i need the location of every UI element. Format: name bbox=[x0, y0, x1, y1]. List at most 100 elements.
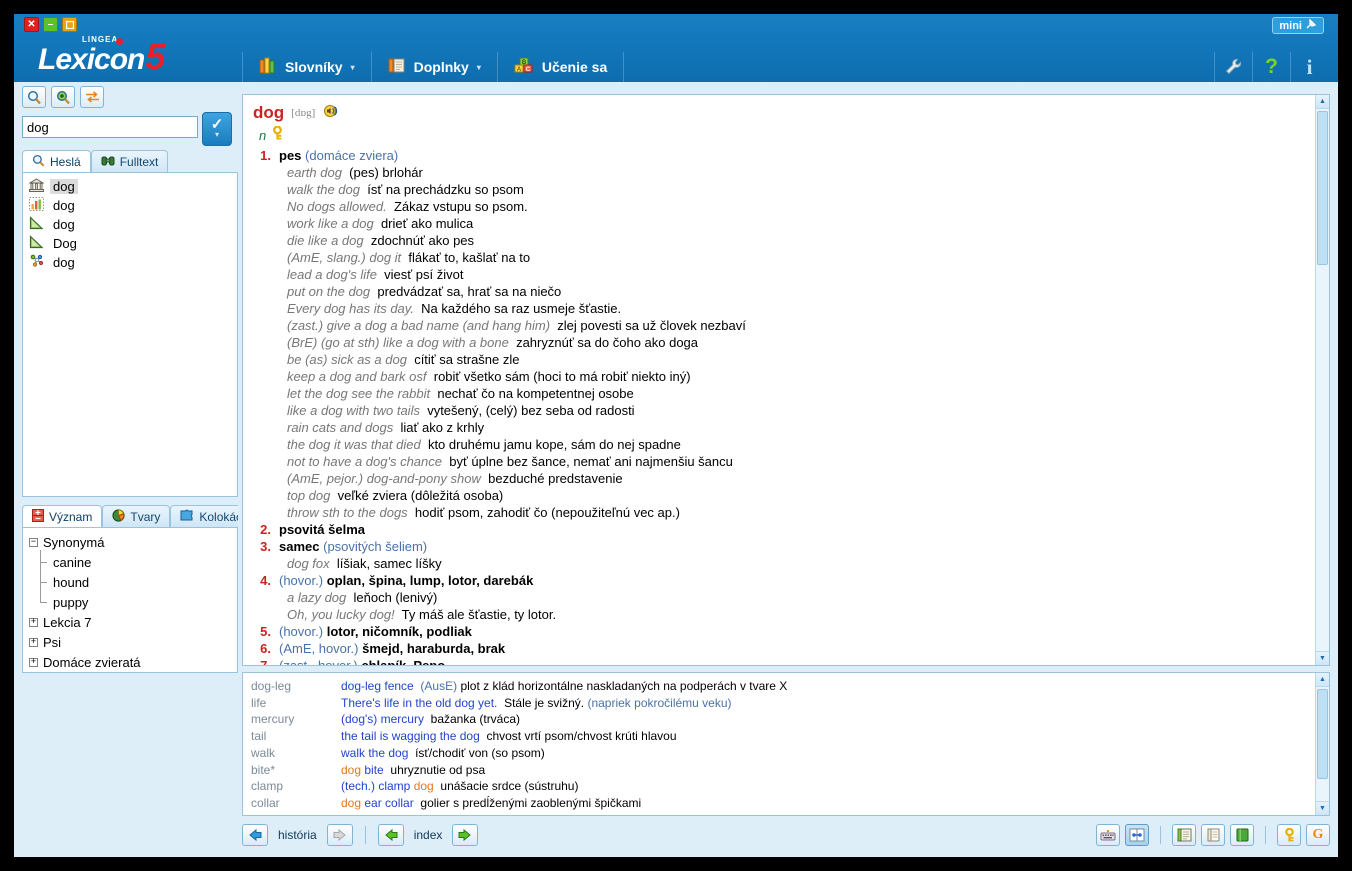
collapse-icon[interactable]: − bbox=[29, 537, 38, 547]
advanced-search-icon[interactable] bbox=[51, 86, 75, 108]
expand-icon[interactable]: + bbox=[29, 637, 38, 647]
example-row: throw sth to the dogs hodiť psom, zahodi… bbox=[287, 504, 1305, 521]
list-item[interactable]: dog bbox=[23, 215, 237, 234]
collocation-row[interactable]: tail the tail is wagging the dog chvost … bbox=[243, 728, 1315, 745]
example-sk: kto druhému jamu kope, sám do nej spadne bbox=[427, 437, 681, 452]
tab-hesla[interactable]: Heslá bbox=[22, 150, 91, 172]
example-en: (zast.) give a dog a bad name (and hang … bbox=[287, 318, 551, 333]
collocation-row[interactable]: walk walk the dog ísť/chodiť von (so pso… bbox=[243, 745, 1315, 762]
index-back-button[interactable] bbox=[377, 824, 404, 846]
list-item-label: dog bbox=[53, 198, 75, 213]
question-icon[interactable]: ? bbox=[1252, 52, 1290, 82]
collocation-row[interactable]: dog-leg dog-leg fence (AusE) plot z klád… bbox=[243, 678, 1315, 695]
collocation-translation: unášacie srdce (sústruhu) bbox=[440, 779, 579, 794]
menu-slovniky[interactable]: Slovníky ▾ bbox=[242, 52, 372, 82]
collocations-scrollbar[interactable]: ▲ ▼ bbox=[1315, 673, 1329, 815]
part-of-speech: n bbox=[259, 128, 267, 143]
tab-tvary[interactable]: Tvary bbox=[102, 505, 171, 527]
tree-node-domace-zvierata[interactable]: + Domáce zvieratá bbox=[23, 652, 237, 672]
logo-version: 5 bbox=[145, 36, 166, 77]
collocation-key: mercury bbox=[251, 712, 295, 727]
green-book-icon[interactable] bbox=[1230, 824, 1254, 846]
tree-leaf-hound[interactable]: hound bbox=[23, 570, 237, 592]
tree-node-synonyma[interactable]: − Synonymá bbox=[23, 532, 237, 552]
chevron-down-icon: ▾ bbox=[350, 62, 355, 72]
sense-number: 3. bbox=[260, 539, 271, 554]
history-back-button[interactable] bbox=[242, 824, 268, 846]
collocation-row[interactable]: collar dog ear collar golier s predĺžený… bbox=[243, 795, 1315, 812]
menu-doplnky[interactable]: Doplnky ▾ bbox=[372, 52, 498, 82]
sense-translation: pes bbox=[279, 148, 302, 163]
collocation-row[interactable]: mercury (dog's) mercury bažanka (trváca) bbox=[243, 711, 1315, 728]
book-compare-icon[interactable] bbox=[1125, 824, 1149, 846]
collocation-row[interactable]: life There's life in the old dog yet. St… bbox=[243, 695, 1315, 712]
close-button[interactable]: ✕ bbox=[24, 17, 39, 32]
search-icon[interactable] bbox=[22, 86, 46, 108]
list-item[interactable]: dog bbox=[23, 253, 237, 272]
sense-gloss: (domáce zviera) bbox=[305, 148, 399, 163]
search-results-list[interactable]: dog dog dog Dog dog bbox=[22, 172, 238, 497]
sense-translation: oplan, špina, lump, lotor, darebák bbox=[326, 573, 534, 588]
menu-ucenie-sa[interactable]: B A C Učenie sa bbox=[498, 52, 625, 82]
mini-mode-button[interactable]: mini bbox=[1272, 17, 1324, 34]
history-forward-button[interactable] bbox=[326, 824, 353, 846]
list-item[interactable]: dog bbox=[23, 196, 237, 215]
scrollbar-thumb[interactable] bbox=[1317, 111, 1328, 265]
search-input[interactable] bbox=[22, 116, 198, 138]
maximize-button[interactable] bbox=[62, 17, 77, 32]
notebook-icon[interactable] bbox=[1172, 824, 1196, 846]
list-item-label: dog bbox=[50, 179, 78, 194]
swap-direction-icon[interactable] bbox=[80, 86, 104, 108]
keyboard-icon[interactable] bbox=[1096, 824, 1120, 846]
wrench-icon[interactable] bbox=[1214, 52, 1252, 82]
tree-node-psi[interactable]: + Psi bbox=[23, 632, 237, 652]
page-title: dog bbox=[253, 103, 285, 122]
tree-leaf-canine[interactable]: canine bbox=[23, 550, 237, 572]
tree-node-label: puppy bbox=[53, 594, 89, 610]
meaning-tree[interactable]: − Synonymá canine hound puppy + Lekcia 7… bbox=[22, 527, 238, 673]
collocation-row[interactable]: bite* dog bite uhryznutie od psa bbox=[243, 762, 1315, 779]
expand-icon[interactable]: + bbox=[29, 617, 38, 627]
speaker-icon[interactable] bbox=[323, 103, 339, 123]
collocation-key: dog-leg bbox=[251, 679, 292, 693]
minimize-button[interactable]: – bbox=[43, 17, 58, 32]
tab-fulltext[interactable]: Fulltext bbox=[90, 150, 169, 172]
sense-body: (AmE, hovor.) šmejd, haraburda, brak bbox=[279, 640, 1305, 657]
sense-note: (hovor.) bbox=[279, 624, 324, 639]
menu-slovniky-label: Slovníky bbox=[285, 59, 343, 75]
collocation-note: (napriek pokročilému veku) bbox=[587, 695, 732, 710]
triangle-icon bbox=[29, 216, 44, 233]
tree-leaf-puppy[interactable]: puppy bbox=[23, 590, 237, 612]
scroll-up-button[interactable]: ▲ bbox=[1316, 673, 1329, 687]
collocation-row[interactable]: dog-box be in the dog box (pren.) byť na… bbox=[243, 812, 1315, 815]
key-icon[interactable] bbox=[271, 125, 284, 145]
scroll-down-button[interactable]: ▼ bbox=[1316, 801, 1329, 815]
list-item[interactable]: Dog bbox=[23, 234, 237, 253]
collocation-phrase: walk the dog bbox=[341, 745, 409, 760]
collocation-row[interactable]: clamp (tech.) clamp dog unášacie srdce (… bbox=[243, 778, 1315, 795]
tab-kolokacie-label: Kolokác bbox=[199, 509, 238, 524]
tab-kolokacie[interactable]: Kolokác bbox=[170, 505, 238, 527]
key-icon[interactable] bbox=[1277, 824, 1301, 846]
scroll-up-button[interactable]: ▲ bbox=[1316, 95, 1329, 109]
info-icon[interactable]: i bbox=[1290, 52, 1328, 82]
example-row: like a dog with two tails vytešený, (cel… bbox=[287, 402, 1305, 419]
list-item-label: dog bbox=[53, 255, 75, 270]
expand-icon[interactable]: + bbox=[29, 657, 38, 667]
index-forward-button[interactable] bbox=[452, 824, 479, 846]
collocation-highlight: dog bbox=[341, 795, 362, 810]
window-controls: ✕ – bbox=[24, 17, 77, 32]
scroll-down-button[interactable]: ▼ bbox=[1316, 651, 1329, 665]
example-sk: zahryznúť sa do čoho ako doga bbox=[516, 335, 699, 350]
google-icon[interactable]: G bbox=[1306, 824, 1330, 846]
tab-vyznam[interactable]: Význam bbox=[22, 505, 103, 527]
entry-scrollbar[interactable]: ▲ ▼ bbox=[1315, 95, 1329, 665]
example-row: (zast.) give a dog a bad name (and hang … bbox=[287, 317, 1305, 334]
scrollbar-thumb[interactable] bbox=[1317, 689, 1328, 779]
list-item[interactable]: dog bbox=[23, 177, 237, 196]
tree-node-lekcia-7[interactable]: + Lekcia 7 bbox=[23, 612, 237, 632]
example-en: lead a dog's life bbox=[287, 267, 377, 282]
search-submit-button[interactable]: ✓ ▾ bbox=[202, 112, 232, 146]
page-icon[interactable] bbox=[1201, 824, 1225, 846]
example-row: not to have a dog's chance byť úplne bez… bbox=[287, 453, 1305, 470]
